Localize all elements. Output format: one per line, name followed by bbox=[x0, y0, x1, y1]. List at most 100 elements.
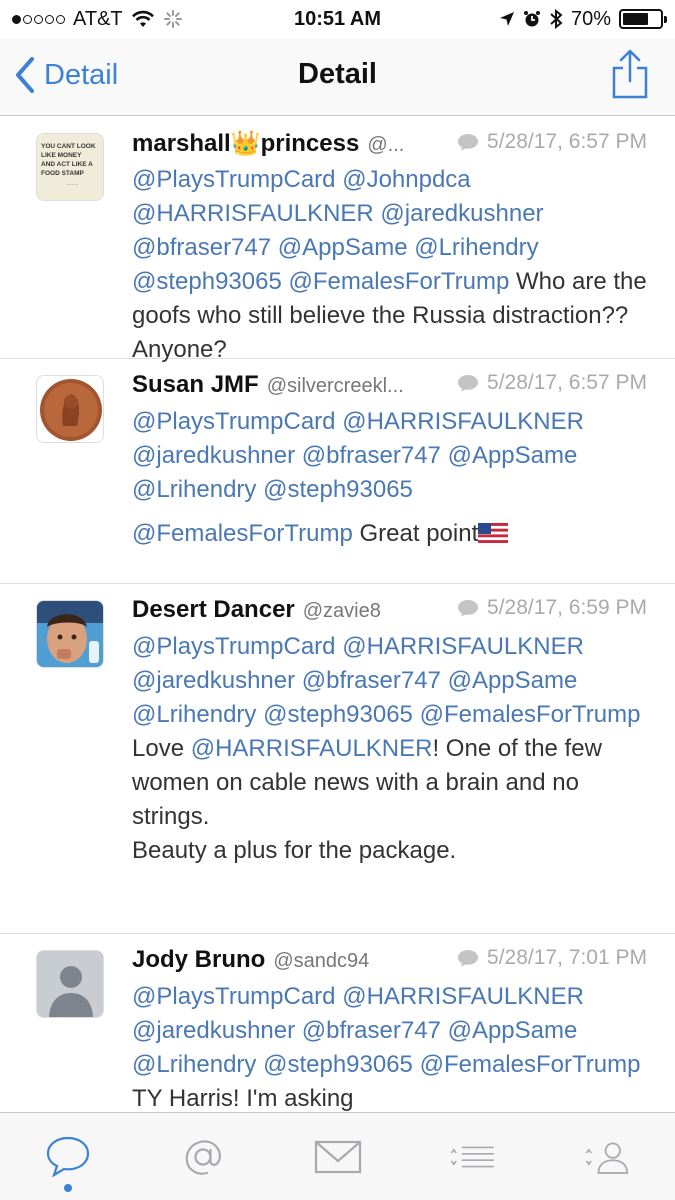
tweet-timestamp: 5/28/17, 6:57 PM bbox=[487, 130, 647, 153]
mention-link[interactable]: @steph93065 bbox=[132, 268, 282, 295]
mention-link[interactable]: @AppSame bbox=[278, 234, 408, 261]
mention-link[interactable]: @steph93065 bbox=[263, 701, 413, 728]
tweet-meta: 5/28/17, 6:57 PM bbox=[457, 130, 647, 154]
tweet-body-text: TY Harris! I'm asking bbox=[132, 1085, 354, 1112]
battery-icon bbox=[619, 9, 667, 29]
mention-link[interactable]: @AppSame bbox=[448, 1017, 578, 1044]
reply-bubble-icon bbox=[458, 134, 479, 151]
tweet-body-text: Love bbox=[132, 735, 191, 762]
tweet-item[interactable]: Jody Bruno @sandc94 5/28/17, 7:01 PM @Pl… bbox=[0, 934, 675, 1112]
avatar[interactable] bbox=[36, 375, 104, 443]
mention-link[interactable]: @Lrihendry bbox=[132, 701, 256, 728]
mention-link[interactable]: @steph93065 bbox=[263, 1051, 413, 1078]
mention-link[interactable]: @PlaysTrumpCard bbox=[132, 633, 336, 660]
mention-link[interactable]: @HARRISFAULKNER bbox=[342, 408, 584, 435]
avatar-image: YOU CANT LOOK LIKE MONEY AND ACT LIKE A … bbox=[37, 134, 103, 200]
battery-fill bbox=[623, 13, 649, 25]
tweet-text-line: Beauty a plus for the package. bbox=[132, 837, 457, 864]
tweet-header: Jody Bruno @sandc94 5/28/17, 7:01 PM bbox=[132, 946, 647, 980]
tab-profile[interactable] bbox=[540, 1113, 675, 1200]
mention-link[interactable]: @AppSame bbox=[448, 667, 578, 694]
user-handle[interactable]: @silvercreekl... bbox=[267, 375, 437, 398]
battery-percent: 70% bbox=[570, 7, 611, 30]
mention-link[interactable]: @jaredkushner bbox=[132, 442, 295, 469]
mention-link[interactable]: @HARRISFAULKNER bbox=[342, 633, 584, 660]
mention-link[interactable]: @Lrihendry bbox=[132, 1051, 256, 1078]
svg-text:YOU CANT LOOK: YOU CANT LOOK bbox=[41, 143, 96, 150]
tweet-timestamp: 5/28/17, 6:57 PM bbox=[487, 371, 647, 394]
location-arrow-icon bbox=[499, 12, 514, 26]
mention-link[interactable]: @FemalesForTrump bbox=[420, 701, 641, 728]
tweet-timestamp: 5/28/17, 7:01 PM bbox=[487, 946, 647, 969]
mention-link[interactable]: @Lrihendry bbox=[414, 234, 538, 261]
tab-mentions[interactable] bbox=[135, 1113, 270, 1200]
tweet-item[interactable]: Susan JMF @silvercreekl... 5/28/17, 6:57… bbox=[0, 359, 675, 584]
list-icon bbox=[450, 1146, 494, 1167]
person-icon bbox=[585, 1142, 628, 1174]
avatar[interactable]: YOU CANT LOOK LIKE MONEY AND ACT LIKE A … bbox=[36, 133, 104, 201]
mention-link[interactable]: @bfraser747 bbox=[302, 667, 441, 694]
tweet-text: @PlaysTrumpCard @Johnpdca @HARRISFAULKNE… bbox=[132, 163, 647, 367]
at-sign-icon bbox=[185, 1139, 221, 1175]
mention-link[interactable]: @steph93065 bbox=[263, 476, 413, 503]
user-name[interactable]: Jody Bruno bbox=[132, 946, 265, 974]
tweet-timestamp: 5/28/17, 6:59 PM bbox=[487, 596, 647, 619]
mention-link[interactable]: @bfraser747 bbox=[302, 1017, 441, 1044]
mention-link[interactable]: @jaredkushner bbox=[380, 200, 543, 227]
tweet-header: Susan JMF @silvercreekl... 5/28/17, 6:57… bbox=[132, 371, 647, 405]
mention-link[interactable]: @jaredkushner bbox=[132, 1017, 295, 1044]
user-name[interactable]: Susan JMF bbox=[132, 371, 259, 399]
envelope-icon bbox=[314, 1140, 361, 1173]
tab-bar bbox=[0, 1112, 675, 1200]
wifi-icon bbox=[131, 10, 154, 27]
tweet-meta: 5/28/17, 6:57 PM bbox=[457, 371, 647, 395]
tweet-item[interactable]: Desert Dancer @zavie8 5/28/17, 6:59 PM @… bbox=[0, 584, 675, 934]
tweet-feed[interactable]: YOU CANT LOOK LIKE MONEY AND ACT LIKE A … bbox=[0, 117, 675, 1112]
tweet-header: marshall👑princess @... 5/28/17, 6:57 PM bbox=[132, 129, 647, 163]
tweet-header: Desert Dancer @zavie8 5/28/17, 6:59 PM bbox=[132, 596, 647, 630]
tab-lists[interactable] bbox=[405, 1113, 540, 1200]
activity-spinner-icon bbox=[163, 10, 182, 28]
mention-link[interactable]: @FemalesForTrump bbox=[420, 1051, 641, 1078]
tab-messages[interactable] bbox=[270, 1113, 405, 1200]
tweet-item[interactable]: YOU CANT LOOK LIKE MONEY AND ACT LIKE A … bbox=[0, 117, 675, 363]
mention-link[interactable]: @HARRISFAULKNER bbox=[342, 983, 584, 1010]
mention-link[interactable]: @bfraser747 bbox=[302, 442, 441, 469]
mention-link[interactable]: @PlaysTrumpCard bbox=[132, 166, 336, 193]
user-name[interactable]: Desert Dancer bbox=[132, 596, 295, 624]
share-icon[interactable] bbox=[611, 48, 649, 100]
user-handle[interactable]: @sandc94 bbox=[273, 950, 443, 973]
mention-link[interactable]: @PlaysTrumpCard bbox=[132, 983, 336, 1010]
mention-link[interactable]: @HARRISFAULKNER bbox=[191, 735, 433, 762]
default-avatar-icon bbox=[37, 951, 103, 1017]
reply-bubble-icon bbox=[458, 375, 479, 392]
svg-text:FOOD STAMP: FOOD STAMP bbox=[41, 170, 85, 177]
carrier-label: AT&T bbox=[73, 7, 123, 30]
avatar[interactable] bbox=[36, 950, 104, 1018]
back-button[interactable]: Detail bbox=[14, 56, 118, 94]
tweet-text: @FemalesForTrump Great point bbox=[132, 517, 647, 551]
status-right: 70% bbox=[499, 7, 667, 31]
mention-link[interactable]: @jaredkushner bbox=[132, 667, 295, 694]
avatar[interactable] bbox=[36, 600, 104, 668]
mention-link[interactable]: @FemalesForTrump bbox=[132, 520, 353, 547]
user-handle[interactable]: @zavie8 bbox=[303, 600, 457, 623]
mention-link[interactable]: @FemalesForTrump bbox=[288, 268, 509, 295]
user-handle[interactable]: @... bbox=[367, 134, 457, 157]
avatar-image bbox=[37, 376, 103, 442]
mention-link[interactable]: @AppSame bbox=[448, 442, 578, 469]
mention-link[interactable]: @bfraser747 bbox=[132, 234, 271, 261]
user-name[interactable]: marshall👑princess bbox=[132, 129, 359, 158]
mention-link[interactable]: @HARRISFAULKNER bbox=[132, 200, 374, 227]
chevron-left-icon bbox=[16, 57, 34, 93]
status-bar: AT&T 10:51 AM 70% bbox=[0, 0, 675, 38]
mention-link[interactable]: @PlaysTrumpCard bbox=[132, 408, 336, 435]
tweet-meta: 5/28/17, 7:01 PM bbox=[457, 946, 647, 970]
back-button-label: Detail bbox=[44, 58, 119, 91]
bluetooth-icon bbox=[550, 9, 563, 29]
us-flag-icon bbox=[478, 523, 509, 543]
mention-link[interactable]: @Lrihendry bbox=[132, 476, 256, 503]
tab-timeline[interactable] bbox=[0, 1113, 135, 1200]
mention-link[interactable]: @Johnpdca bbox=[342, 166, 470, 193]
